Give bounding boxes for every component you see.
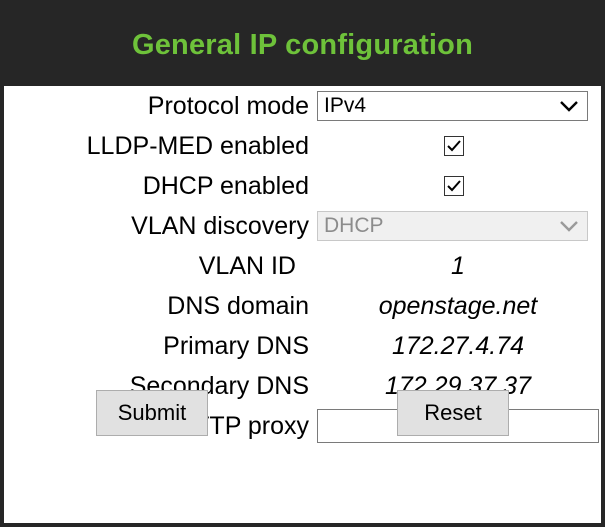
chevron-down-icon: [560, 101, 578, 112]
primary-dns-value: 172.27.4.74: [391, 332, 525, 360]
dhcp-enabled-row: DHCP enabled: [4, 166, 601, 206]
vlan-id-row: VLAN ID 1: [4, 246, 601, 286]
vlan-id-label: VLAN ID: [198, 252, 296, 280]
lldp-med-label: LLDP-MED enabled: [86, 132, 309, 160]
dns-domain-label: DNS domain: [167, 292, 309, 320]
vlan-discovery-select[interactable]: DHCP: [317, 211, 588, 241]
lldp-med-row: LLDP-MED enabled: [4, 126, 601, 166]
chevron-down-icon: [560, 221, 578, 232]
primary-dns-row: Primary DNS 172.27.4.74: [4, 326, 601, 366]
form-area: Protocol mode IPv4 LLDP-MED enabled DHCP…: [4, 86, 601, 523]
lldp-med-checkbox[interactable]: [444, 136, 464, 156]
http-proxy-row: HTTP proxy: [4, 406, 601, 446]
reset-button[interactable]: Reset: [397, 390, 509, 436]
checkmark-icon: [447, 180, 461, 192]
vlan-discovery-value: DHCP: [324, 214, 384, 237]
vlan-discovery-label: VLAN discovery: [131, 212, 309, 240]
checkmark-icon: [447, 140, 461, 152]
submit-button[interactable]: Submit: [96, 390, 208, 436]
protocol-mode-select[interactable]: IPv4: [317, 91, 588, 121]
protocol-mode-label: Protocol mode: [147, 92, 309, 120]
secondary-dns-row: Secondary DNS 172.29.37.37: [4, 366, 601, 406]
page-title: General IP configuration: [131, 28, 474, 61]
dhcp-enabled-checkbox[interactable]: [444, 176, 464, 196]
protocol-mode-row: Protocol mode IPv4: [4, 86, 601, 126]
dhcp-enabled-label: DHCP enabled: [142, 172, 309, 200]
dns-domain-value: openstage.net: [378, 292, 538, 320]
primary-dns-label: Primary DNS: [163, 332, 309, 360]
dns-domain-row: DNS domain openstage.net: [4, 286, 601, 326]
general-ip-configuration-panel: General IP configuration Protocol mode I…: [0, 0, 605, 527]
vlan-id-value: 1: [451, 252, 465, 280]
protocol-mode-value: IPv4: [324, 94, 367, 117]
vlan-discovery-row: VLAN discovery DHCP: [4, 206, 601, 246]
